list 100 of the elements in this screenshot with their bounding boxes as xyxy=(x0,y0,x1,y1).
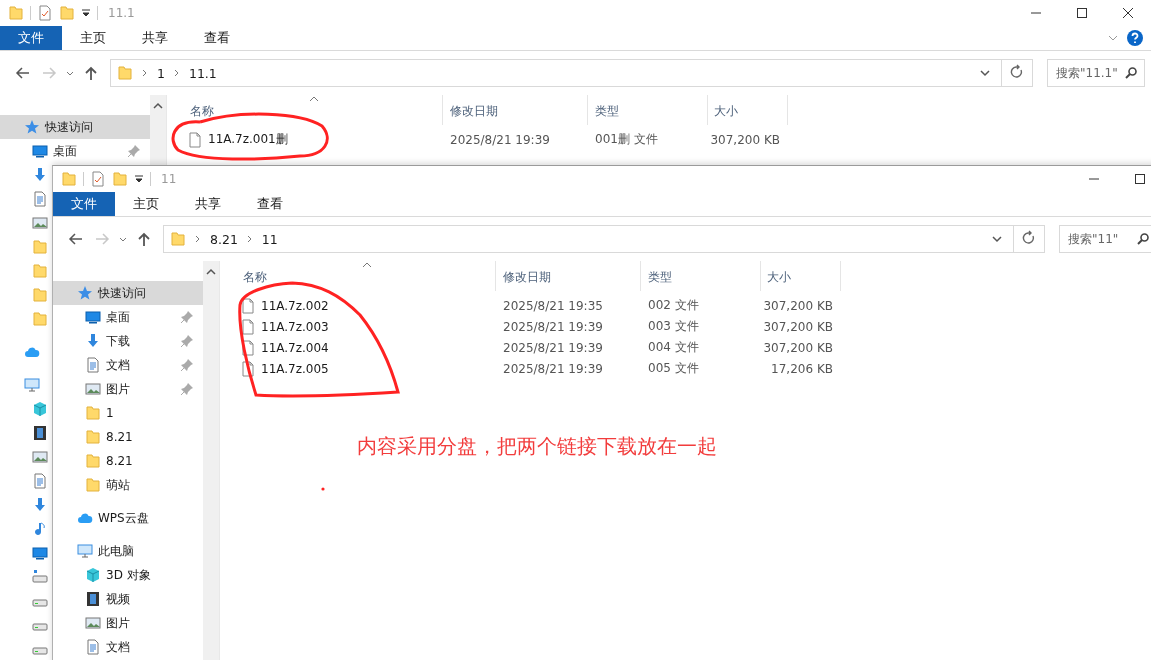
ribbon-tab[interactable]: 主页 xyxy=(62,26,124,50)
sidebar-item[interactable]: 1 xyxy=(106,406,114,420)
ribbon-tab[interactable]: 共享 xyxy=(177,192,239,216)
window-title: 11 xyxy=(161,172,177,186)
sidebar-item[interactable]: 视频 xyxy=(106,590,130,608)
table-cell-text: 2025/8/21 19:39 xyxy=(502,340,604,355)
search-field[interactable]: 搜索"11" xyxy=(1059,225,1151,253)
file-icon xyxy=(240,339,256,356)
folder-icon xyxy=(170,231,186,247)
chevron-right-icon xyxy=(172,68,181,78)
sidebar-item[interactable]: 8.21 xyxy=(106,454,133,468)
ribbon-tab[interactable]: 查看 xyxy=(186,26,248,50)
picture-icon xyxy=(85,381,101,397)
dropdown-caret-icon[interactable] xyxy=(81,8,91,18)
picture-icon xyxy=(32,215,48,231)
table-cell-text: 307,200 KB xyxy=(762,298,834,313)
search-icon xyxy=(1124,66,1138,80)
table-cell-text: 2025/8/21 19:39 xyxy=(502,361,604,376)
music-note-icon xyxy=(32,521,48,537)
table-cell-text: 004 文件 xyxy=(647,339,700,356)
table-cell-text: 2025/8/21 19:39 xyxy=(449,132,551,147)
ribbon-tab[interactable]: 共享 xyxy=(124,26,186,50)
film-icon xyxy=(32,425,48,441)
ribbon-tab[interactable]: 主页 xyxy=(115,192,177,216)
file-name[interactable]: 11A.7z.005 xyxy=(261,361,329,376)
column-header[interactable]: 大小 xyxy=(761,261,841,291)
picture-icon xyxy=(85,615,101,631)
breadcrumb[interactable]: 1 xyxy=(157,65,165,81)
column-header[interactable]: 修改日期 xyxy=(496,261,641,291)
chevron-right-icon xyxy=(245,234,254,244)
folder-icon xyxy=(85,429,101,445)
folder-icon xyxy=(59,5,75,21)
folder-icon xyxy=(32,239,48,255)
sidebar-item[interactable]: 此电脑 xyxy=(53,539,203,563)
address-bar[interactable]: 8.21 11 xyxy=(163,225,1013,253)
chevron-down-icon[interactable] xyxy=(979,67,991,79)
sidebar-item[interactable]: 桌面 xyxy=(53,142,77,160)
dropdown-caret-icon[interactable] xyxy=(134,174,144,184)
desktop-icon xyxy=(32,143,48,159)
column-header[interactable]: 修改日期 xyxy=(443,95,588,125)
network-drive-icon xyxy=(32,569,48,585)
file-name[interactable]: 11A.7z.002 xyxy=(261,298,329,313)
breadcrumb[interactable]: 11 xyxy=(261,231,278,247)
sidebar-item[interactable]: 图片 xyxy=(106,614,130,632)
window-title: 11.1 xyxy=(108,6,135,20)
sidebar-item[interactable]: 文档 xyxy=(106,638,130,656)
file-name[interactable]: 11A.7z.001删 xyxy=(208,131,288,148)
picture-icon xyxy=(32,449,48,465)
sidebar-item[interactable]: 下载 xyxy=(106,332,130,350)
sidebar-item[interactable]: 文档 xyxy=(106,356,130,374)
sidebar-item[interactable]: 8.21 xyxy=(106,430,133,444)
sidebar-item[interactable]: 3D 对象 xyxy=(106,566,151,584)
folder-icon xyxy=(85,453,101,469)
sidebar-item[interactable]: 图片 xyxy=(106,380,130,398)
desktop-icon xyxy=(32,545,48,561)
folder-icon xyxy=(85,477,101,493)
download-arrow-icon xyxy=(85,333,101,349)
folder-icon xyxy=(112,171,128,187)
breadcrumb[interactable]: 11.1 xyxy=(188,65,217,81)
search-field[interactable]: 搜索"11.1" xyxy=(1047,59,1145,87)
column-header[interactable]: 类型 xyxy=(588,95,708,125)
computer-icon xyxy=(77,543,93,559)
document-icon xyxy=(32,191,48,207)
ribbon-tab[interactable]: 文件 xyxy=(0,26,62,50)
table-cell-text: 17,206 KB xyxy=(770,361,834,376)
sidebar-item[interactable]: 桌面 xyxy=(106,308,130,326)
star-icon xyxy=(24,119,40,135)
desktop-icon xyxy=(85,309,101,325)
chevron-right-icon xyxy=(194,234,202,244)
sidebar-item[interactable]: WPS云盘 xyxy=(53,506,203,530)
address-bar[interactable]: 1 11.1 xyxy=(110,59,1001,87)
chevron-down-icon[interactable] xyxy=(991,233,1003,245)
sidebar-item[interactable]: 快速访问 xyxy=(0,115,150,139)
annotation-text: 内容采用分盘，把两个链接下载放在一起 xyxy=(357,433,717,460)
column-header[interactable]: 名称 xyxy=(220,261,496,291)
column-header[interactable]: 名称 xyxy=(167,95,443,125)
file-name[interactable]: 11A.7z.003 xyxy=(261,319,329,334)
folder-icon xyxy=(117,65,133,81)
document-icon xyxy=(85,639,101,655)
file-name[interactable]: 11A.7z.004 xyxy=(261,340,329,355)
sidebar-item[interactable]: 萌站 xyxy=(106,476,130,494)
help-icon[interactable] xyxy=(1127,30,1143,46)
film-icon xyxy=(85,591,101,607)
folder-icon xyxy=(8,5,24,21)
ribbon-tab[interactable]: 文件 xyxy=(53,192,115,216)
file-icon xyxy=(187,131,203,148)
scrollbar[interactable] xyxy=(203,261,220,660)
scrollbar[interactable] xyxy=(150,95,167,167)
column-header[interactable]: 类型 xyxy=(641,261,761,291)
sidebar-item[interactable]: 快速访问 xyxy=(53,281,203,305)
download-arrow-icon xyxy=(32,167,48,183)
breadcrumb[interactable]: 8.21 xyxy=(210,231,238,247)
table-cell-text: 003 文件 xyxy=(647,318,700,335)
annotation-dot xyxy=(321,487,325,491)
table-cell-text: 307,200 KB xyxy=(762,319,834,334)
checklist-icon xyxy=(37,5,53,21)
ribbon-tab[interactable]: 查看 xyxy=(239,192,301,216)
column-header[interactable]: 大小 xyxy=(708,95,788,125)
refresh-button[interactable] xyxy=(1001,59,1033,87)
refresh-button[interactable] xyxy=(1013,225,1045,253)
